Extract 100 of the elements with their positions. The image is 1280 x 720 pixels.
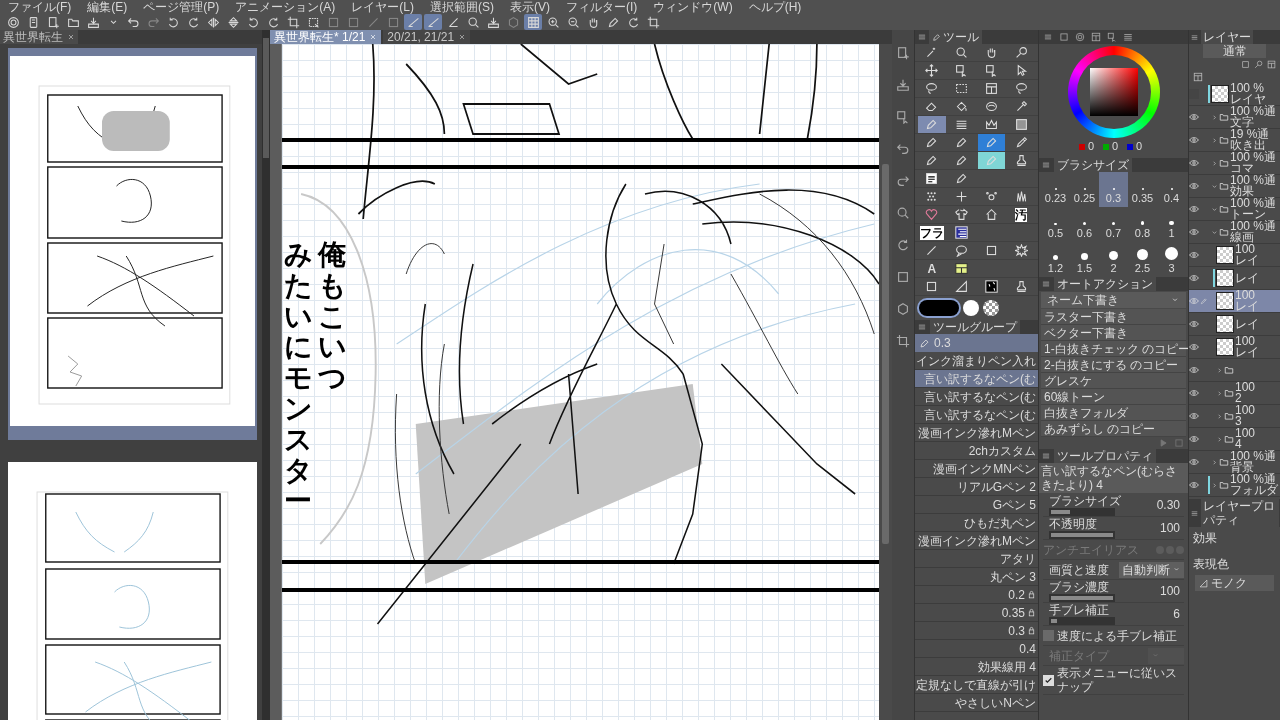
layer-name: コマ	[1230, 163, 1254, 174]
layer-opacity: 100	[1235, 428, 1256, 439]
brush-size-option[interactable]: 0.23	[1041, 172, 1070, 207]
menu-item[interactable]: ページ管理(P)	[143, 0, 220, 14]
action-item[interactable]: 白抜きフォルダ	[1041, 405, 1186, 421]
blend-mode-dropdown[interactable]: 通常	[1203, 44, 1266, 58]
layer-row[interactable]: 100 %通 文字	[1189, 106, 1280, 129]
action-item[interactable]: 2-白抜きにする のコピー	[1041, 357, 1186, 373]
menu-item[interactable]: ファイル(F)	[8, 0, 72, 14]
layer-row[interactable]: レイ	[1189, 313, 1280, 336]
menu-item[interactable]: フィルター(I)	[566, 0, 638, 14]
layer-row[interactable]: 100 3	[1189, 405, 1280, 428]
action-item[interactable]: グレスケ	[1041, 373, 1186, 389]
property-label: 表示メニューに従いスナップ	[1057, 666, 1178, 694]
action-set-dropdown[interactable]: ネーム下書き	[1041, 292, 1186, 308]
property-dropdown[interactable]: 自動判断	[1119, 561, 1184, 578]
menu-item[interactable]: 表示(V)	[510, 0, 550, 14]
sub-tool-item[interactable]: 言い訳するなペン(む	[915, 370, 1038, 388]
layer-opacity: 100	[1235, 336, 1256, 347]
panel-tab[interactable]: レイヤープロパティ	[1201, 499, 1279, 527]
action-item[interactable]: ベクター下書き	[1041, 325, 1186, 341]
action-item[interactable]: 60線トーン	[1041, 389, 1186, 405]
layer-name: 線画	[1230, 232, 1254, 243]
brush-size-option[interactable]: 0.6	[1070, 207, 1099, 242]
action-item[interactable]: ラスター下書き	[1041, 309, 1186, 325]
layer-row[interactable]: 100 2	[1189, 382, 1280, 405]
layer-name: 背景	[1230, 462, 1254, 473]
tool-button[interactable]: 汚	[1007, 206, 1035, 223]
color-value: 0	[1136, 140, 1144, 153]
brush-size-option[interactable]: 0.7	[1099, 207, 1128, 242]
property-value: 6	[1173, 607, 1181, 621]
canvas[interactable]: みたいにモンスター 俺もこいつ	[282, 44, 879, 720]
layer-name: レイ	[1235, 255, 1259, 266]
color-value: 0	[1088, 140, 1096, 153]
layer-name: フォルダ	[1230, 485, 1278, 496]
tool-preset-name: 言い訳するなペン(むらさきたより) 4	[1039, 463, 1188, 493]
menu-item[interactable]: 編集(E)	[87, 0, 128, 14]
property-value: 100	[1159, 584, 1181, 598]
layer-name: トーン	[1230, 209, 1266, 220]
panel-tab[interactable]: ツール	[929, 30, 982, 44]
layer-row[interactable]: 100 %通 コマ	[1189, 152, 1280, 175]
panel-tab[interactable]: ツールグループ	[930, 320, 1020, 334]
menu-item[interactable]: アニメーション(A)	[235, 0, 336, 14]
layer-row[interactable]: 100 4	[1189, 428, 1280, 451]
layer-row[interactable]: 100 % レイヤ	[1189, 83, 1280, 106]
color-value: 0	[1112, 140, 1120, 153]
layer-name: レイヤ	[1230, 94, 1266, 105]
layer-row[interactable]: 100 %通 背景	[1189, 451, 1280, 474]
layer-row[interactable]: 100 %通 トーン	[1189, 198, 1280, 221]
menu-item[interactable]: ヘルプ(H)	[748, 0, 802, 14]
panel-tab[interactable]: オートアクション	[1054, 277, 1156, 291]
vertical-dialogue-text: みたいにモンスター	[284, 240, 312, 518]
panel-tab[interactable]: レイヤー	[1201, 30, 1253, 44]
layer-name: レイ	[1235, 272, 1259, 284]
panel-tab[interactable]: ブラシサイズ	[1054, 158, 1132, 172]
document-tab[interactable]: 20/21, 21/21	[383, 30, 471, 44]
section-label: 効果	[1192, 531, 1218, 545]
brush-size-option[interactable]: 0.25	[1070, 172, 1099, 207]
color-mode-button[interactable]: モノク	[1195, 575, 1274, 591]
brush-size-option[interactable]: 1	[1157, 207, 1186, 242]
tool-button[interactable]: A	[918, 260, 946, 277]
layer-opacity: 100 %通	[1230, 221, 1277, 232]
brush-size-option[interactable]: 2.5	[1128, 242, 1157, 277]
action-item[interactable]: あみずらし のコピー	[1041, 421, 1186, 437]
tool-button[interactable]: フラ	[918, 224, 946, 241]
layer-row[interactable]: 100 レイ	[1189, 336, 1280, 359]
menu-item[interactable]: 選択範囲(S)	[430, 0, 494, 14]
layer-opacity: 100	[1235, 405, 1256, 416]
brush-size-option[interactable]: 1.2	[1041, 242, 1070, 277]
vertical-dialogue-text: 俺もこいつ	[318, 240, 346, 396]
menu-item[interactable]: ウィンドウ(W)	[653, 0, 733, 14]
current-tool-field[interactable]: 0.3	[915, 334, 1038, 352]
layer-opacity: 100 %通	[1230, 175, 1277, 186]
property-label: 画質と速度	[1048, 562, 1109, 577]
property-value: 100	[1159, 521, 1181, 535]
property-label: ブラシ濃度	[1048, 580, 1110, 594]
property-label: ブラシサイズ	[1048, 494, 1121, 508]
panel-tab[interactable]: ツールプロパティ	[1054, 449, 1156, 463]
layer-name: レイ	[1235, 301, 1259, 312]
brush-size-option[interactable]: 0.3	[1099, 172, 1128, 207]
layer-name: 吹き出	[1230, 140, 1266, 151]
layer-row[interactable]: 100 %通 効果	[1189, 175, 1280, 198]
brush-size-option[interactable]: 0.4	[1157, 172, 1186, 207]
layer-row[interactable]: 19 %通 吹き出	[1189, 129, 1280, 152]
layer-row[interactable]: 100 レイ	[1189, 244, 1280, 267]
brush-size-option[interactable]: 3	[1157, 242, 1186, 277]
brush-size-option[interactable]: 0.8	[1128, 207, 1157, 242]
layer-row[interactable]: 100 %通 線画	[1189, 221, 1280, 244]
brush-size-option[interactable]: 0.35	[1128, 172, 1157, 207]
layer-name: 2	[1235, 393, 1243, 404]
menu-item[interactable]: レイヤー(L)	[351, 0, 414, 14]
layer-opacity: 100 %通	[1230, 451, 1277, 462]
brush-size-option[interactable]: 0.5	[1041, 207, 1070, 242]
layer-name: 効果	[1230, 186, 1254, 197]
brush-size-option[interactable]: 2	[1099, 242, 1128, 277]
property-label: 不透明度	[1048, 517, 1098, 531]
brush-size-option[interactable]: 1.5	[1070, 242, 1099, 277]
layer-opacity: 100 %通	[1230, 152, 1277, 163]
property-label: 速度による手ブレ補正	[1057, 628, 1177, 643]
layer-row[interactable]: 100 %通 フォルダ	[1189, 474, 1280, 497]
